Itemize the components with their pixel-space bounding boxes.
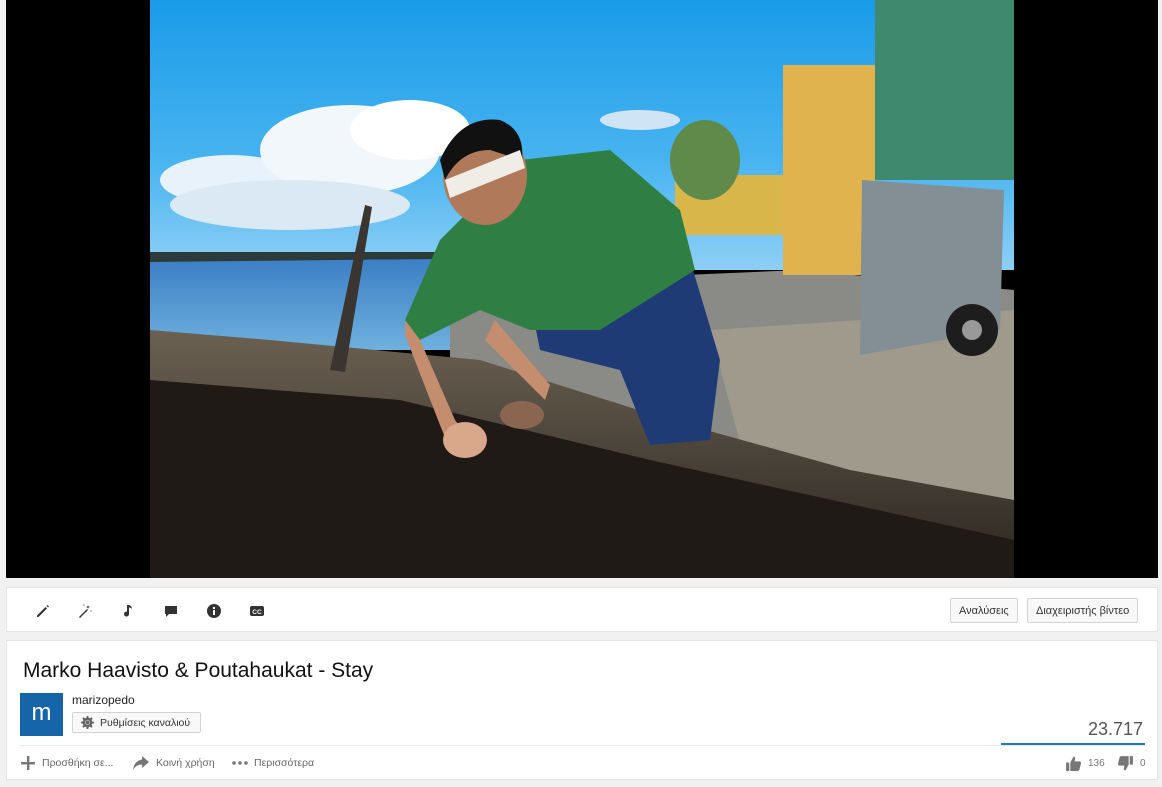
add-to-button[interactable]: Προσθήκη σε... (20, 754, 113, 772)
view-count: 23.717 (1087, 719, 1143, 739)
svg-text:CC: CC (252, 609, 262, 616)
more-label: Περισσότερα (254, 757, 315, 769)
creator-toolbar: CC Αναλύσεις Διαχειριστής βίντεο (6, 587, 1158, 632)
analytics-button[interactable]: Αναλύσεις (950, 598, 1018, 623)
video-frame-image (150, 0, 1014, 578)
more-button[interactable]: Περισσότερα (232, 754, 314, 772)
gear-icon (81, 716, 94, 729)
thumbs-up-icon (1066, 756, 1082, 771)
channel-settings-label: Ρυθμίσεις καναλιού (100, 716, 191, 729)
share-button[interactable]: Κοινή χρήση (132, 754, 215, 772)
video-player[interactable] (6, 0, 1158, 578)
video-info-panel: Marko Haavisto & Poutahaukat - Stay m ma… (6, 640, 1158, 780)
dislike-count: 0 (1140, 757, 1146, 769)
pencil-icon[interactable] (30, 598, 56, 624)
divider (19, 745, 1145, 746)
magic-wand-icon[interactable] (72, 598, 98, 624)
video-manager-button[interactable]: Διαχειριστής βίντεο (1027, 598, 1139, 623)
cc-icon[interactable]: CC (244, 598, 270, 624)
share-icon (133, 756, 149, 770)
music-note-icon[interactable] (115, 598, 141, 624)
plus-icon (21, 756, 35, 770)
channel-name[interactable]: marizopedo (72, 693, 135, 707)
dislike-button[interactable]: 0 (1117, 754, 1146, 772)
more-dots-icon (232, 761, 248, 765)
add-to-label: Προσθήκη σε... (42, 757, 114, 769)
like-count: 136 (1088, 757, 1105, 769)
video-frame[interactable] (150, 0, 1014, 578)
thumbs-down-icon (1117, 755, 1133, 770)
video-title: Marko Haavisto & Poutahaukat - Stay (23, 659, 374, 682)
comment-icon[interactable] (158, 598, 184, 624)
share-label: Κοινή χρήση (156, 757, 215, 769)
info-icon[interactable] (201, 598, 227, 624)
channel-settings-button[interactable]: Ρυθμίσεις καναλιού (72, 712, 202, 733)
avatar[interactable]: m (20, 693, 63, 736)
avatar-letter: m (31, 698, 52, 726)
like-button[interactable]: 136 (1065, 754, 1105, 772)
